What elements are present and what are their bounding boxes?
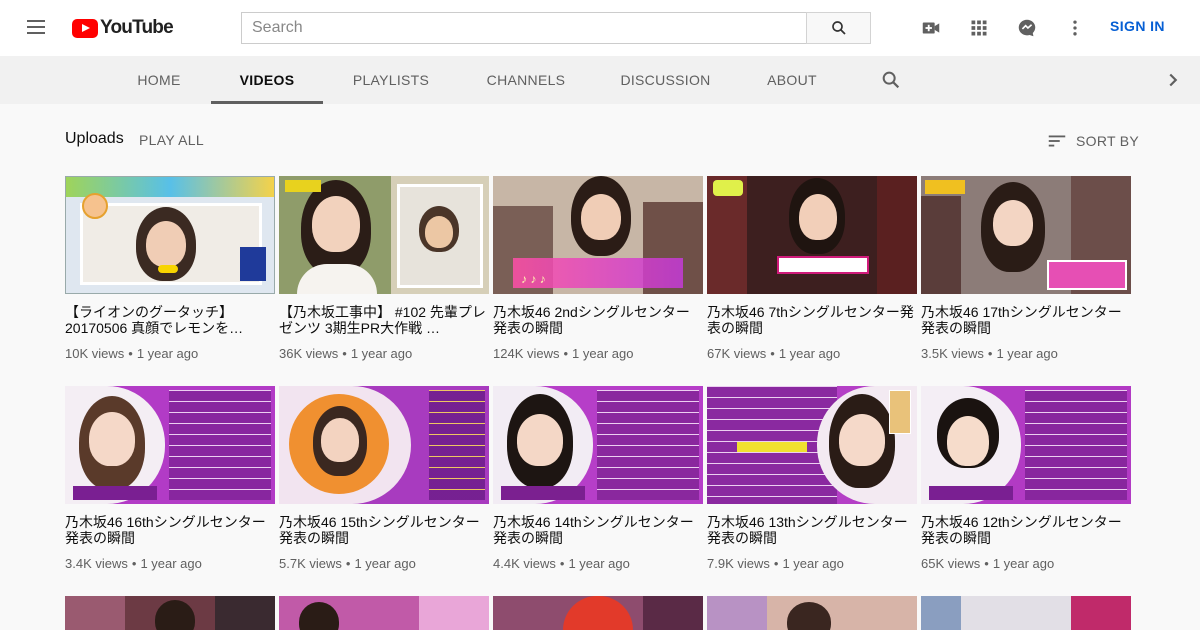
video-thumbnail[interactable] <box>707 176 917 294</box>
apps-grid-icon[interactable] <box>967 16 991 40</box>
video-card[interactable] <box>493 596 703 630</box>
logo-text: YouTube <box>100 17 174 38</box>
upload-age: 1 year ago <box>782 556 844 571</box>
video-title[interactable]: 乃木坂46 13thシングルセンター発表の瞬間 <box>707 514 917 546</box>
video-title[interactable]: 乃木坂46 17thシングルセンター発表の瞬間 <box>921 304 1131 336</box>
search-box <box>241 12 807 44</box>
upload-age: 1 year ago <box>572 346 634 361</box>
video-thumbnail[interactable] <box>65 386 275 504</box>
video-card[interactable]: 乃木坂46 12thシングルセンター発表の瞬間 65K views • 1 year… <box>921 386 1131 571</box>
view-count: 4.4K views <box>493 556 556 571</box>
youtube-logo[interactable]: YouTube <box>72 17 174 39</box>
sort-by-button[interactable]: SORT BY <box>1046 130 1139 152</box>
video-title[interactable]: 乃木坂46 14thシングルセンター発表の瞬間 <box>493 514 703 546</box>
video-thumbnail[interactable] <box>707 386 917 504</box>
video-card[interactable]: 【乃木坂工事中】 #102 先輩プレゼンツ 3期生PR大作戦 … 36K vie… <box>279 176 489 361</box>
search-icon <box>831 21 846 35</box>
video-card[interactable]: 乃木坂46 7thシングルセンター発表の瞬間 67K views • 1 year … <box>707 176 917 361</box>
sort-icon <box>1048 135 1066 147</box>
upload-age: 1 year ago <box>778 346 841 361</box>
video-title[interactable]: 乃木坂46 16thシングルセンター発表の瞬間 <box>65 514 275 546</box>
video-meta: 4.4K views • 1 year ago <box>493 556 630 571</box>
video-card[interactable]: 乃木坂46 16thシングルセンター発表の瞬間 3.4K views • 1 yea… <box>65 386 275 571</box>
view-count: 65K views <box>921 556 981 571</box>
video-thumbnail[interactable] <box>921 596 1131 630</box>
messages-icon[interactable] <box>1015 16 1039 40</box>
video-meta: 7.9K views • 1 year ago <box>707 556 844 571</box>
video-title[interactable]: 【乃木坂工事中】 #102 先輩プレゼンツ 3期生PR大作戦 … <box>279 304 489 336</box>
video-meta: 3.5K views • 1 year ago <box>921 346 1058 361</box>
video-card[interactable]: 乃木坂46 17thシングルセンター発表の瞬間 3.5K views • 1 yea… <box>921 176 1131 361</box>
video-card[interactable] <box>921 596 1131 630</box>
video-thumbnail[interactable] <box>65 176 275 294</box>
upload-age: 1 year ago <box>996 346 1058 361</box>
video-meta: 3.4K views • 1 year ago <box>65 556 202 571</box>
video-thumbnail[interactable] <box>65 596 275 630</box>
video-thumbnail[interactable] <box>279 596 489 630</box>
tab-discussion[interactable]: DISCUSSION <box>618 56 713 104</box>
video-meta: 65K views • 1 year ago <box>921 556 1055 571</box>
create-video-icon[interactable] <box>919 16 943 40</box>
search-input[interactable] <box>242 13 807 43</box>
sign-in-button[interactable]: SIGN IN <box>1110 18 1165 34</box>
tab-videos[interactable]: VIDEOS <box>211 56 323 104</box>
video-thumbnail[interactable] <box>279 176 489 294</box>
video-meta: 10K views • 1 year ago <box>65 346 199 361</box>
video-meta: 67K views • 1 year ago <box>707 346 841 361</box>
video-title[interactable]: 乃木坂46 12thシングルセンター発表の瞬間 <box>921 514 1131 546</box>
channel-tabs: HOME VIDEOS PLAYLISTS CHANNELS DISCUSSIO… <box>0 56 1200 104</box>
video-meta: 5.7K views • 1 year ago <box>279 556 416 571</box>
view-count: 67K views <box>707 346 767 361</box>
tab-home[interactable]: HOME <box>131 56 187 104</box>
upload-age: 1 year ago <box>992 556 1055 571</box>
video-title[interactable]: 乃木坂46 7thシングルセンター発表の瞬間 <box>707 304 917 336</box>
upload-age: 1 year ago <box>354 556 416 571</box>
view-count: 124K views <box>493 346 560 361</box>
masthead: YouTube SIGN IN <box>0 0 1200 56</box>
section-title: Uploads <box>65 130 124 147</box>
video-card[interactable] <box>279 596 489 630</box>
view-count: 3.5K views <box>921 346 984 361</box>
youtube-play-icon <box>72 18 98 38</box>
upload-age: 1 year ago <box>350 346 413 361</box>
upload-age: 1 year ago <box>568 556 630 571</box>
view-count: 5.7K views <box>279 556 342 571</box>
video-thumbnail[interactable] <box>921 386 1131 504</box>
video-thumbnail[interactable] <box>707 596 917 630</box>
channel-search-icon[interactable] <box>880 69 902 91</box>
video-card[interactable] <box>65 596 275 630</box>
video-thumbnail[interactable] <box>921 176 1131 294</box>
video-card[interactable]: 乃木坂46 13thシングルセンター発表の瞬間 7.9K views • 1 yea… <box>707 386 917 571</box>
video-card[interactable]: ♪ ♪ ♪ 乃木坂46 2ndシングルセンター発表の瞬間 124K views •… <box>493 176 703 361</box>
view-count: 3.4K views <box>65 556 128 571</box>
chevron-right-icon[interactable] <box>1162 69 1184 91</box>
view-count: 7.9K views <box>707 556 770 571</box>
video-card[interactable] <box>707 596 917 630</box>
video-meta: 36K views • 1 year ago <box>279 346 413 361</box>
view-count: 10K views <box>65 346 125 361</box>
video-card[interactable]: 【ライオンのグータッチ】20170506 真顔でレモンを… 10K views •… <box>65 176 275 361</box>
play-all-button[interactable]: PLAY ALL <box>139 132 204 148</box>
upload-age: 1 year ago <box>136 346 199 361</box>
view-count: 36K views <box>279 346 339 361</box>
video-title[interactable]: 乃木坂46 15thシングルセンター発表の瞬間 <box>279 514 489 546</box>
video-thumbnail[interactable] <box>493 596 703 630</box>
sort-by-label: SORT BY <box>1076 133 1140 149</box>
search-button[interactable] <box>806 12 871 44</box>
video-card[interactable]: 乃木坂46 14thシングルセンター発表の瞬間 4.4K views • 1 yea… <box>493 386 703 571</box>
video-title[interactable]: 【ライオンのグータッチ】20170506 真顔でレモンを… <box>65 304 275 336</box>
more-vert-icon[interactable] <box>1063 16 1087 40</box>
tab-playlists[interactable]: PLAYLISTS <box>347 56 435 104</box>
video-title[interactable]: 乃木坂46 2ndシングルセンター発表の瞬間 <box>493 304 703 336</box>
video-meta: 124K views • 1 year ago <box>493 346 634 361</box>
video-thumbnail[interactable] <box>493 386 703 504</box>
video-thumbnail[interactable] <box>279 386 489 504</box>
upload-age: 1 year ago <box>140 556 202 571</box>
video-card[interactable]: 乃木坂46 15thシングルセンター発表の瞬間 5.7K views • 1 yea… <box>279 386 489 571</box>
tab-channels[interactable]: CHANNELS <box>482 56 570 104</box>
tab-about[interactable]: ABOUT <box>761 56 823 104</box>
menu-icon[interactable] <box>24 18 48 38</box>
video-thumbnail[interactable]: ♪ ♪ ♪ <box>493 176 703 294</box>
